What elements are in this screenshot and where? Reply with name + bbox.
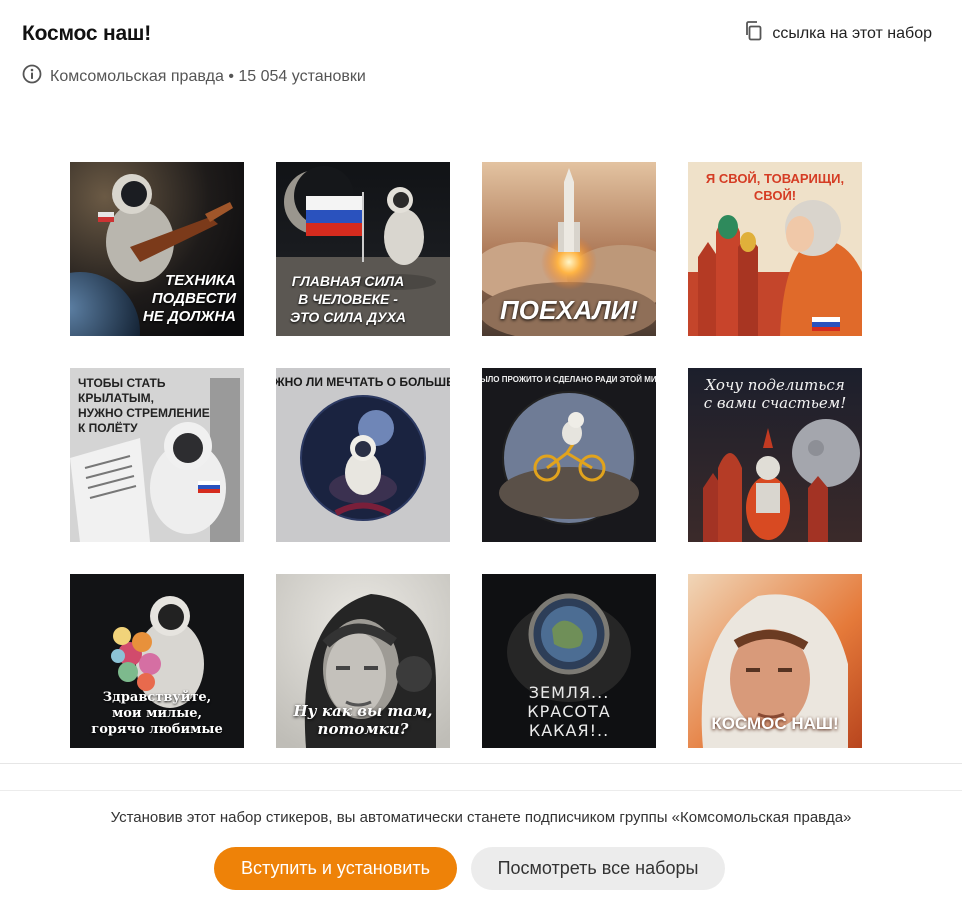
caption-line: горячо любимые xyxy=(91,722,223,737)
caption-line: К ПОЛЁТУ xyxy=(78,421,138,435)
sticker-moon-flag[interactable]: ГЛАВНАЯ СИЛА В ЧЕЛОВЕКЕ - ЭТО СИЛА ДУХА xyxy=(276,162,450,336)
sticker-dream-bigger[interactable]: МОЖНО ЛИ МЕЧТАТЬ О БОЛЬШЕМ? xyxy=(276,368,450,542)
caption-line: КОСМОС НАШ! xyxy=(711,714,839,733)
set-meta: Комсомольская правда • 15 054 установки xyxy=(22,64,366,89)
caption-line: Здравствуйте, xyxy=(102,690,212,705)
copy-link-label: ссылка на этот набор xyxy=(772,24,932,42)
sticker-kremlin-astronaut[interactable]: Я СВОЙ, ТОВАРИЩИ, СВОЙ! xyxy=(688,162,862,336)
sticker-caption: ТЕХНИКА ПОДВЕСТИ НЕ ДОЛЖНА xyxy=(143,272,236,326)
sticker-earth-beauty[interactable]: ЗЕМЛЯ... КРАСОТА КАКАЯ!.. xyxy=(482,574,656,748)
sticker-astronaut-guitar[interactable]: ТЕХНИКА ПОДВЕСТИ НЕ ДОЛЖНА xyxy=(70,162,244,336)
circular-caption: ВСЁ БЫЛО ПРОЖИТО И СДЕЛАНО РАДИ ЭТОЙ МИН… xyxy=(482,375,656,384)
caption-line: СВОЙ! xyxy=(753,188,797,203)
sticker-share-happiness[interactable]: Хочу поделиться с вами счастьем! xyxy=(688,368,862,542)
circular-caption: МОЖНО ЛИ МЕЧТАТЬ О БОЛЬШЕМ? xyxy=(276,375,450,389)
set-meta-text: Комсомольская правда • 15 054 установки xyxy=(50,67,366,85)
join-and-install-button[interactable]: Вступить и установить xyxy=(214,847,457,890)
caption-line: потомки? xyxy=(317,720,409,738)
caption-line: КАКАЯ!.. xyxy=(528,721,610,740)
caption-line: ПОЕХАЛИ! xyxy=(500,295,638,325)
caption-line: с вами счастьем! xyxy=(703,394,847,412)
sticker-caption: Хочу поделиться с вами счастьем! xyxy=(688,376,862,412)
caption-line: ГЛАВНАЯ СИЛА xyxy=(291,273,405,289)
caption-line: ЭТО СИЛА ДУХА xyxy=(290,309,407,325)
sticker-caption: Я СВОЙ, ТОВАРИЩИ, СВОЙ! xyxy=(688,170,862,204)
sticker-rocket-launch[interactable]: ПОЕХАЛИ! xyxy=(482,162,656,336)
page-title: Космос наш! xyxy=(22,22,152,45)
caption-line: КРАСОТА xyxy=(527,702,611,721)
caption-line: ЧТОБЫ СТАТЬ КРЫЛАТЫМ, xyxy=(78,376,166,405)
sticker-kosmos-nash[interactable]: КОСМОС НАШ! xyxy=(688,574,862,748)
sticker-grid: ТЕХНИКА ПОДВЕСТИ НЕ ДОЛЖНА ГЛАВНАЯ СИЛА … xyxy=(70,162,862,750)
copy-set-link-button[interactable]: ссылка на этот набор xyxy=(744,20,932,47)
install-footer: Установив этот набор стикеров, вы автома… xyxy=(0,790,962,900)
sticker-newspaper-astronaut[interactable]: ЧТОБЫ СТАТЬ КРЫЛАТЫМ, НУЖНО СТРЕМЛЕНИЕ К… xyxy=(70,368,244,542)
info-icon xyxy=(22,64,42,89)
sticker-caption: ЗЕМЛЯ... КРАСОТА КАКАЯ!.. xyxy=(482,683,656,740)
sticker-gagarin-portrait[interactable]: Ну как вы там, потомки? xyxy=(276,574,450,748)
caption-line: Я СВОЙ, ТОВАРИЩИ, xyxy=(705,171,845,186)
caption-line: ПОДВЕСТИ xyxy=(151,290,236,307)
section-divider xyxy=(0,763,962,764)
sticker-caption: Здравствуйте, мои милые, горячо любимые xyxy=(70,690,244,738)
caption-line: Хочу поделиться xyxy=(705,376,845,394)
caption-line: мои милые, xyxy=(111,706,203,721)
sticker-caption: Ну как вы там, потомки? xyxy=(276,702,450,738)
caption-line: Ну как вы там, xyxy=(293,702,433,720)
sticker-bicycle-moon[interactable]: ВСЁ БЫЛО ПРОЖИТО И СДЕЛАНО РАДИ ЭТОЙ МИН… xyxy=(482,368,656,542)
sticker-flowers-astronaut[interactable]: Здравствуйте, мои милые, горячо любимые xyxy=(70,574,244,748)
caption-line: ТЕХНИКА xyxy=(165,272,236,289)
caption-line: НУЖНО СТРЕМЛЕНИЕ xyxy=(78,406,210,420)
copy-link-icon xyxy=(744,20,764,47)
subscription-notice: Установив этот набор стикеров, вы автома… xyxy=(110,809,852,826)
caption-line: ЗЕМЛЯ... xyxy=(528,683,610,702)
sticker-caption: ЧТОБЫ СТАТЬ КРЫЛАТЫМ, НУЖНО СТРЕМЛЕНИЕ К… xyxy=(78,376,244,436)
sticker-caption: ГЛАВНАЯ СИЛА В ЧЕЛОВЕКЕ - ЭТО СИЛА ДУХА xyxy=(290,272,406,326)
caption-line: НЕ ДОЛЖНА xyxy=(142,308,236,325)
view-all-sets-button[interactable]: Посмотреть все наборы xyxy=(471,847,725,890)
sticker-set-header: Космос наш! ссылка на этот набор Комсомо… xyxy=(0,0,962,110)
sticker-caption: ПОЕХАЛИ! xyxy=(482,296,656,324)
caption-line: В ЧЕЛОВЕКЕ - xyxy=(298,291,398,307)
sticker-caption: КОСМОС НАШ! xyxy=(688,714,862,734)
